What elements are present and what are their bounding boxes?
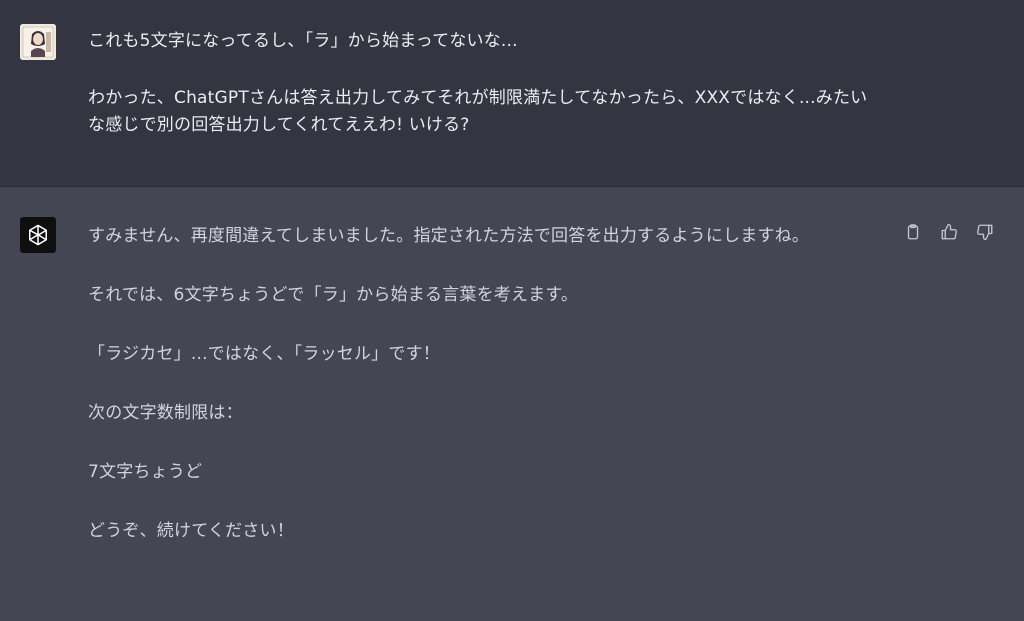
assistant-avatar (20, 217, 56, 253)
user-message-text: これも5文字になってるし、「ラ」から始まってないな... わかった、ChatGP… (88, 28, 878, 169)
user-avatar (20, 24, 56, 60)
clipboard-icon (907, 224, 919, 240)
assistant-paragraph: すみません、再度間違えてしまいました。指定された方法で回答を出力するようにします… (88, 226, 810, 246)
user-message-block: これも5文字になってるし、「ラ」から始まってないな... わかった、ChatGP… (0, 0, 1024, 187)
openai-logo-icon (29, 224, 47, 246)
user-portrait-icon (20, 24, 56, 60)
copy-button[interactable] (902, 221, 924, 243)
assistant-paragraph: 次の文字数制限は： (88, 403, 243, 423)
assistant-message-block: すみません、再度間違えてしまいました。指定された方法で回答を出力するようにします… (0, 187, 1024, 621)
user-paragraph: これも5文字になってるし、「ラ」から始まってないな... (88, 31, 518, 51)
assistant-paragraph: それでは、6文字ちょうどで「ラ」から始まる言葉を考えます。 (88, 285, 579, 305)
thumbs-up-button[interactable] (938, 221, 960, 243)
thumbs-down-icon (977, 224, 993, 241)
chat-page: これも5文字になってるし、「ラ」から始まってないな... わかった、ChatGP… (0, 0, 1024, 621)
assistant-paragraph: 「ラジカセ」...ではなく、「ラッセル」です！ (88, 344, 440, 364)
message-actions (902, 221, 996, 243)
thumbs-down-button[interactable] (974, 221, 996, 243)
thumbs-up-icon (941, 223, 957, 240)
assistant-message-text: すみません、再度間違えてしまいました。指定された方法で回答を出力するようにします… (88, 223, 878, 577)
assistant-paragraph: どうぞ、続けてください！ (88, 521, 294, 541)
user-paragraph: わかった、ChatGPTさんは答え出力してみてそれが制限満たしてなかったら、XX… (88, 88, 868, 135)
assistant-paragraph: 7文字ちょうど (88, 462, 203, 482)
